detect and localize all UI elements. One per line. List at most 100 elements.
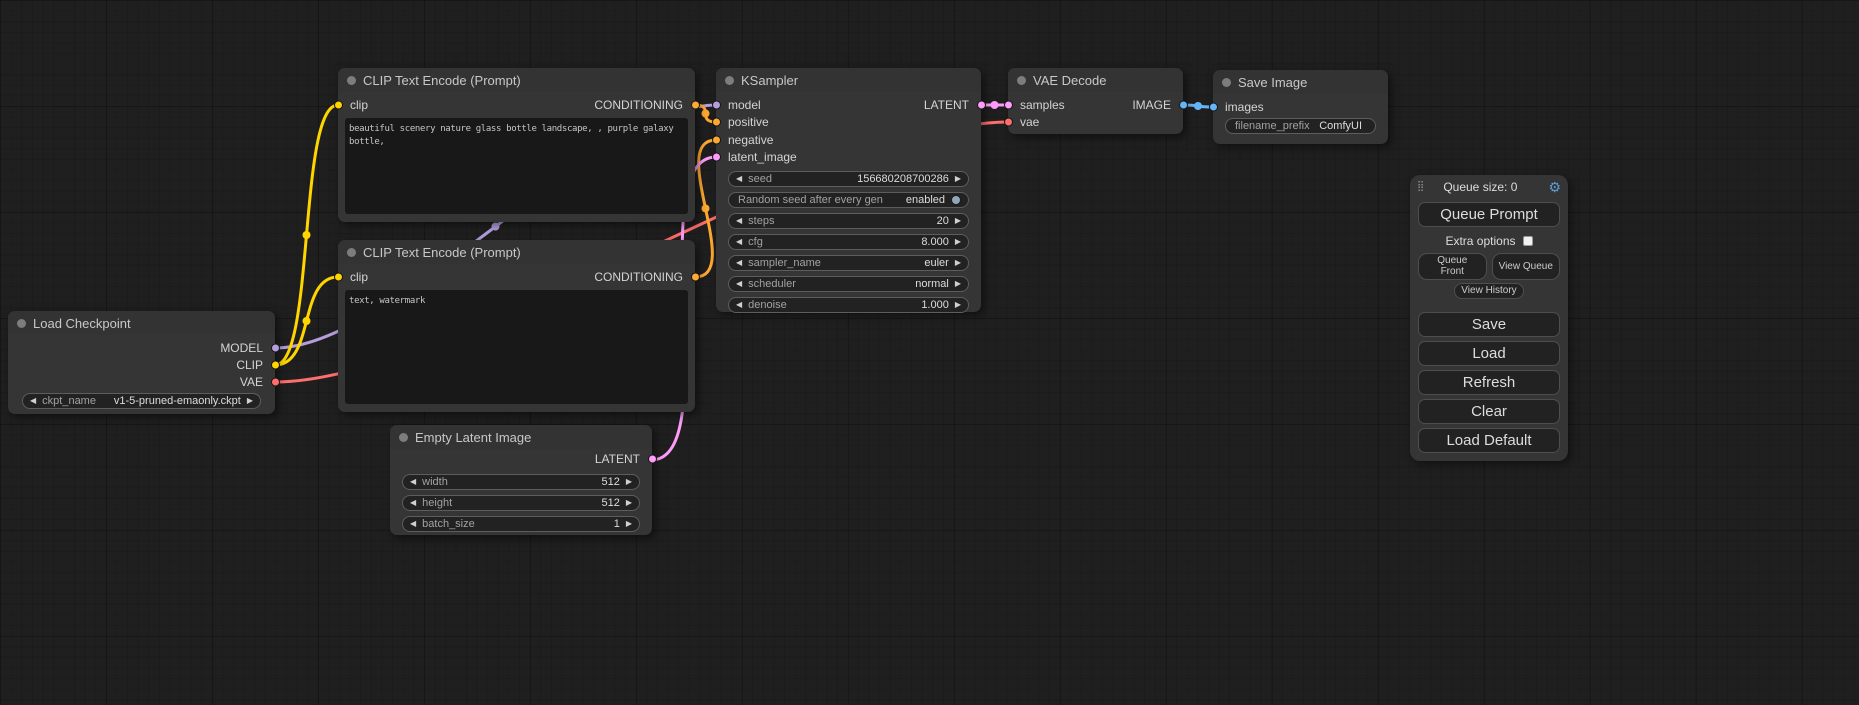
increment-arrow-icon[interactable]: ▶ xyxy=(955,238,961,246)
node-ksampler[interactable]: KSampler model LATENT positive negative … xyxy=(716,68,981,312)
extra-options-checkbox[interactable] xyxy=(1523,236,1533,246)
node-header[interactable]: CLIP Text Encode (Prompt) xyxy=(338,240,695,264)
increment-arrow-icon[interactable]: ▶ xyxy=(955,175,961,183)
widget-sampler-name[interactable]: ◀ sampler_name euler ▶ xyxy=(728,255,969,271)
collapse-dot[interactable] xyxy=(17,319,26,328)
increment-arrow-icon[interactable]: ▶ xyxy=(955,217,961,225)
widget-height[interactable]: ◀ height 512 ▶ xyxy=(402,495,640,511)
clear-button[interactable]: Clear xyxy=(1418,399,1560,424)
decrement-arrow-icon[interactable]: ◀ xyxy=(30,397,36,405)
widget-filename-prefix[interactable]: filename_prefix ComfyUI xyxy=(1225,118,1376,134)
increment-arrow-icon[interactable]: ▶ xyxy=(955,280,961,288)
output-slot-model[interactable] xyxy=(271,343,280,352)
widget-batch-size[interactable]: ◀ batch_size 1 ▶ xyxy=(402,516,640,532)
input-slot-negative[interactable] xyxy=(712,135,721,144)
decrement-arrow-icon[interactable]: ◀ xyxy=(736,217,742,225)
view-history-button[interactable]: View History xyxy=(1454,283,1523,299)
collapse-dot[interactable] xyxy=(347,248,356,257)
collapse-dot[interactable] xyxy=(1222,78,1231,87)
decrement-arrow-icon[interactable]: ◀ xyxy=(736,280,742,288)
node-load-checkpoint[interactable]: Load Checkpoint MODEL CLIP VAE ◀ ckpt_na… xyxy=(8,311,275,414)
node-empty-latent-image[interactable]: Empty Latent Image LATENT ◀ width 512 ▶ … xyxy=(390,425,652,535)
output-slot-image[interactable] xyxy=(1179,100,1188,109)
increment-arrow-icon[interactable]: ▶ xyxy=(955,301,961,309)
prompt-textarea[interactable]: beautiful scenery nature glass bottle la… xyxy=(345,118,688,214)
node-clip-text-encode-negative[interactable]: CLIP Text Encode (Prompt) clip CONDITION… xyxy=(338,240,695,412)
node-header[interactable]: Empty Latent Image xyxy=(390,425,652,449)
input-slot-model[interactable] xyxy=(712,100,721,109)
input-slot-vae[interactable] xyxy=(1004,118,1013,127)
collapse-dot[interactable] xyxy=(399,433,408,442)
decrement-arrow-icon[interactable]: ◀ xyxy=(736,259,742,267)
widget-ckpt-name[interactable]: ◀ ckpt_name v1-5-pruned-emaonly.ckpt ▶ xyxy=(22,393,261,409)
node-header[interactable]: Load Checkpoint xyxy=(8,311,275,335)
collapse-dot[interactable] xyxy=(347,76,356,85)
output-label-clip: CLIP xyxy=(236,358,263,372)
node-header[interactable]: CLIP Text Encode (Prompt) xyxy=(338,68,695,92)
increment-arrow-icon[interactable]: ▶ xyxy=(626,520,632,528)
collapse-dot[interactable] xyxy=(1017,76,1026,85)
widget-value: ComfyUI xyxy=(1319,120,1362,132)
comfy-menu-panel[interactable]: ⣿ Queue size: 0 ⚙ Queue Prompt Extra opt… xyxy=(1410,175,1568,461)
widget-label: height xyxy=(422,497,452,509)
widget-label: cfg xyxy=(748,236,763,248)
input-slot-images[interactable] xyxy=(1209,102,1218,111)
decrement-arrow-icon[interactable]: ◀ xyxy=(736,301,742,309)
view-queue-button[interactable]: View Queue xyxy=(1492,253,1561,280)
node-header[interactable]: VAE Decode xyxy=(1008,68,1183,92)
input-slot-clip[interactable] xyxy=(334,101,343,110)
increment-arrow-icon[interactable]: ▶ xyxy=(626,478,632,486)
node-header[interactable]: KSampler xyxy=(716,68,981,92)
output-slot-conditioning[interactable] xyxy=(691,101,700,110)
decrement-arrow-icon[interactable]: ◀ xyxy=(736,238,742,246)
widget-scheduler[interactable]: ◀ scheduler normal ▶ xyxy=(728,276,969,292)
collapse-dot[interactable] xyxy=(725,76,734,85)
prompt-textarea[interactable]: text, watermark xyxy=(345,290,688,404)
input-slot-positive[interactable] xyxy=(712,118,721,127)
queue-size-label: Queue size: 0 xyxy=(1443,180,1517,194)
widget-random-seed-toggle[interactable]: Random seed after every gen enabled xyxy=(728,192,969,208)
link-midpoint-dot xyxy=(702,110,710,118)
increment-arrow-icon[interactable]: ▶ xyxy=(955,259,961,267)
load-default-button[interactable]: Load Default xyxy=(1418,428,1560,453)
decrement-arrow-icon[interactable]: ◀ xyxy=(410,499,416,507)
refresh-button[interactable]: Refresh xyxy=(1418,370,1560,395)
node-vae-decode[interactable]: VAE Decode samples IMAGE vae xyxy=(1008,68,1183,134)
widget-seed[interactable]: ◀ seed 156680208700286 ▶ xyxy=(728,171,969,187)
output-label-vae: VAE xyxy=(240,375,263,389)
graph-canvas[interactable]: Load Checkpoint MODEL CLIP VAE ◀ ckpt_na… xyxy=(0,0,1859,705)
link-midpoint-dot xyxy=(1194,102,1202,110)
widget-denoise[interactable]: ◀ denoise 1.000 ▶ xyxy=(728,297,969,313)
input-slot-latent-image[interactable] xyxy=(712,153,721,162)
widget-label: scheduler xyxy=(748,278,796,290)
output-slot-vae[interactable] xyxy=(271,377,280,386)
widget-cfg[interactable]: ◀ cfg 8.000 ▶ xyxy=(728,234,969,250)
output-slot-latent[interactable] xyxy=(648,455,657,464)
drag-handle-icon[interactable]: ⣿ xyxy=(1417,181,1424,192)
save-button[interactable]: Save xyxy=(1418,312,1560,337)
output-slot-latent[interactable] xyxy=(977,100,986,109)
load-button[interactable]: Load xyxy=(1418,341,1560,366)
decrement-arrow-icon[interactable]: ◀ xyxy=(410,520,416,528)
output-slot-conditioning[interactable] xyxy=(691,273,700,282)
settings-gear-icon[interactable]: ⚙ xyxy=(1548,180,1561,194)
node-save-image[interactable]: Save Image images filename_prefix ComfyU… xyxy=(1213,70,1388,144)
output-slot-clip[interactable] xyxy=(271,360,280,369)
widget-width[interactable]: ◀ width 512 ▶ xyxy=(402,474,640,490)
node-clip-text-encode-positive[interactable]: CLIP Text Encode (Prompt) clip CONDITION… xyxy=(338,68,695,222)
input-slot-samples[interactable] xyxy=(1004,100,1013,109)
increment-arrow-icon[interactable]: ▶ xyxy=(247,397,253,405)
toggle-dot-icon[interactable] xyxy=(951,195,961,205)
input-slot-clip[interactable] xyxy=(334,273,343,282)
node-header[interactable]: Save Image xyxy=(1213,70,1388,94)
widget-value: 1 xyxy=(614,518,620,530)
output-label-conditioning: CONDITIONING xyxy=(594,270,683,284)
decrement-arrow-icon[interactable]: ◀ xyxy=(736,175,742,183)
queue-prompt-button[interactable]: Queue Prompt xyxy=(1418,202,1560,227)
increment-arrow-icon[interactable]: ▶ xyxy=(626,499,632,507)
queue-front-button[interactable]: Queue Front xyxy=(1418,253,1487,280)
node-title: Save Image xyxy=(1238,75,1307,90)
decrement-arrow-icon[interactable]: ◀ xyxy=(410,478,416,486)
input-label-samples: samples xyxy=(1020,98,1065,112)
widget-steps[interactable]: ◀ steps 20 ▶ xyxy=(728,213,969,229)
